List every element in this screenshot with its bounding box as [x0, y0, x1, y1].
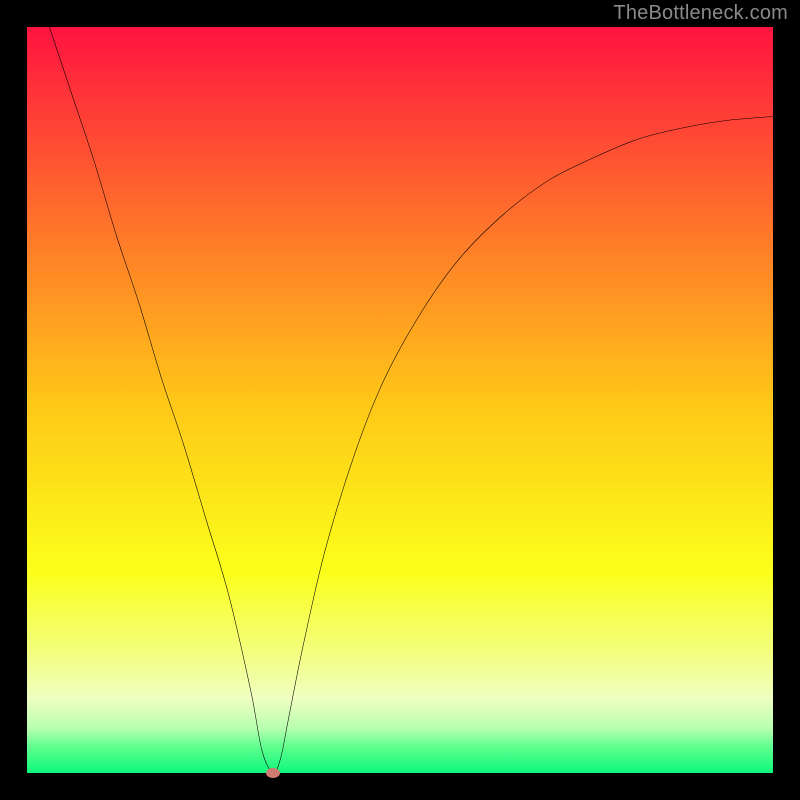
chart-frame: TheBottleneck.com	[0, 0, 800, 800]
curve-line	[27, 27, 773, 773]
plot-area	[27, 27, 773, 773]
minimum-marker	[266, 768, 280, 778]
watermark-label: TheBottleneck.com	[613, 2, 788, 25]
